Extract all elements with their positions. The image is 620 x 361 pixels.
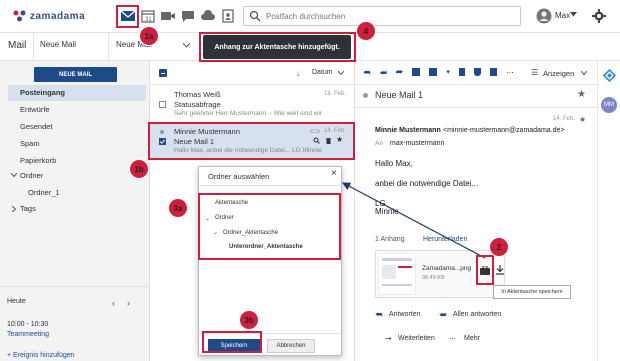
highlight-box — [199, 32, 356, 62]
highlight-box — [116, 5, 139, 28]
highlight-box — [202, 331, 262, 353]
highlight-box — [476, 255, 494, 285]
highlight-box — [198, 193, 341, 260]
annotation-badge: 2 — [490, 238, 508, 256]
highlight-box — [148, 122, 355, 160]
annotation-badge: 1b — [130, 160, 148, 178]
annotation-badge: 3a — [169, 199, 187, 217]
annotation-badge: 1a — [140, 27, 158, 45]
annotation-badge: 3b — [240, 311, 258, 329]
annotation-badge: 4 — [357, 22, 375, 40]
